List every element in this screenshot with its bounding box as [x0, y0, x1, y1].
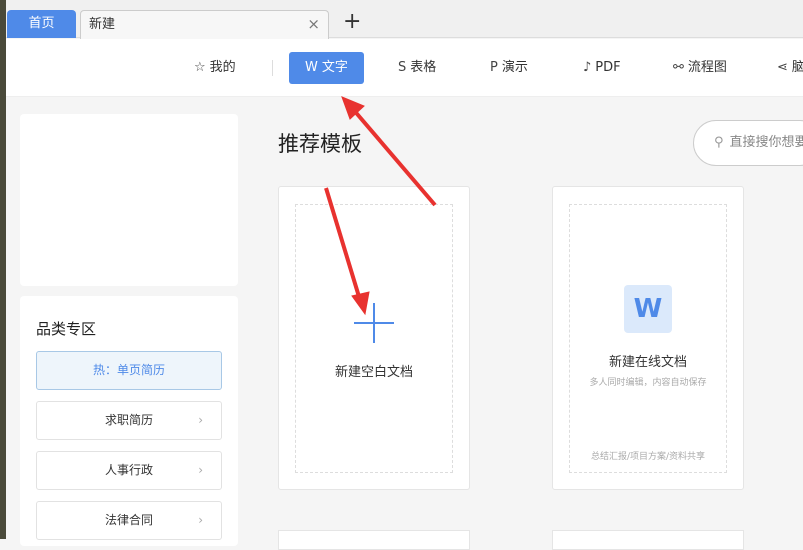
nav-label: 表格	[410, 60, 437, 75]
nav-spreadsheet[interactable]: S 表格	[398, 52, 436, 84]
tab-bar: 首页 新建 × +	[0, 0, 803, 39]
arrow-head	[341, 96, 365, 120]
nav-label: 我的	[209, 60, 236, 75]
nav-writer[interactable]: W 文字	[289, 52, 364, 84]
top-nav: ☆我的 W文字 S表格 P演示 ♪PDF ⚯流程图 ⋖脑图	[6, 39, 803, 97]
sidebar-banner	[20, 114, 238, 286]
category-title: 品类专区	[36, 320, 97, 338]
divider	[272, 60, 273, 76]
nav-label: PDF	[595, 60, 621, 75]
nav-label: 演示	[501, 60, 528, 75]
page-title: 推荐模板	[278, 132, 362, 156]
desktop-edge	[0, 0, 6, 539]
card-tags: 总结汇报/项目方案/资料共享	[590, 452, 706, 462]
category-hot-resume[interactable]: 热：单页简历	[36, 351, 222, 390]
close-icon[interactable]: ×	[307, 11, 320, 38]
category-label: 人事行政	[104, 463, 153, 477]
card-label: 新建空白文档	[334, 365, 413, 380]
nav-mine[interactable]: ☆ 我的	[194, 52, 236, 84]
new-blank-doc-card[interactable]: 新建空白文档	[278, 186, 470, 490]
category-legal[interactable]: 法律合同 ›	[36, 501, 222, 540]
nav-pdf[interactable]: ♪ PDF	[583, 52, 621, 84]
search-placeholder: 直接搜你想要的	[729, 135, 803, 150]
nav-presentation[interactable]: P 演示	[490, 52, 528, 84]
card-description: 多人同时编辑，内容自动保存	[589, 378, 707, 388]
nav-mindmap[interactable]: ⋖脑图	[777, 52, 803, 84]
presentation-icon: P	[490, 60, 498, 75]
chevron-right-icon: ›	[198, 513, 203, 527]
spreadsheet-icon: S	[398, 60, 407, 75]
chevron-right-icon: ›	[198, 463, 203, 477]
tab-new[interactable]: 新建 ×	[80, 10, 329, 39]
star-icon: ☆	[194, 60, 206, 75]
search-icon: ⚲	[714, 135, 724, 150]
category-panel: 品类专区 热：单页简历 求职简历 › 人事行政 › 法律合同 ›	[20, 296, 238, 546]
card-label: 新建在线文档	[608, 355, 687, 370]
tab-home[interactable]: 首页	[7, 10, 76, 38]
nav-label: 脑图	[791, 60, 803, 75]
category-hr[interactable]: 人事行政 ›	[36, 451, 222, 490]
new-online-doc-card[interactable]: W 新建在线文档 多人同时编辑，内容自动保存 总结汇报/项目方案/资料共享	[552, 186, 744, 490]
template-search-input[interactable]: ⚲ 直接搜你想要的	[693, 120, 803, 166]
nav-label: 文字	[321, 60, 348, 75]
new-tab-button[interactable]: +	[343, 10, 361, 34]
category-label: 法律合同	[104, 513, 153, 527]
template-card[interactable]	[278, 530, 470, 550]
card-inner: 新建空白文档	[295, 204, 453, 473]
category-job-resume[interactable]: 求职简历 ›	[36, 401, 222, 440]
mindmap-icon: ⋖	[777, 60, 788, 75]
nav-label: 流程图	[687, 60, 727, 75]
writer-icon: W	[624, 285, 672, 333]
category-label: 求职简历	[104, 413, 153, 427]
tab-new-label: 新建	[89, 17, 116, 32]
pdf-icon: ♪	[583, 60, 592, 75]
nav-flowchart[interactable]: ⚯ 流程图	[673, 52, 727, 84]
plus-icon	[354, 303, 394, 343]
template-card[interactable]	[552, 530, 744, 550]
writer-icon: W	[305, 60, 318, 75]
category-label: 热：单页简历	[92, 363, 165, 377]
card-inner: W 新建在线文档 多人同时编辑，内容自动保存 总结汇报/项目方案/资料共享	[569, 204, 727, 473]
flowchart-icon: ⚯	[673, 60, 684, 75]
chevron-right-icon: ›	[198, 413, 203, 427]
